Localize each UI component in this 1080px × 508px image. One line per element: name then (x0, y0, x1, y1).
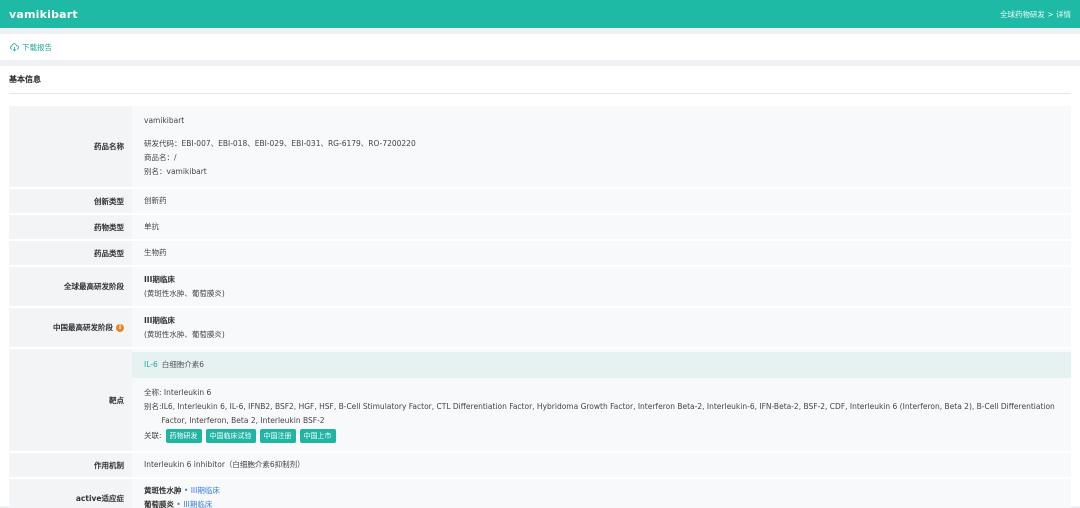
breadcrumb[interactable]: 全球药物研发 > 详情 (1000, 9, 1071, 20)
row-value: 创新药 (132, 188, 1071, 215)
row-indications: active适应症 黄斑性水肿 • III期临床 葡萄膜炎 • III期临床 (9, 478, 1071, 508)
row-label: 作用机制 (9, 452, 132, 479)
alias-key: 别名: (144, 402, 162, 411)
row-value: 生物药 (132, 240, 1071, 267)
alias-value: IL6, Interleukin 6, IL-6, IFNB2, BSF2, H… (161, 402, 1055, 425)
download-label: 下载报告 (22, 42, 52, 52)
tag-drug-rd[interactable]: 药物研发 (165, 429, 202, 443)
row-product-type: 药品类型 生物药 (9, 240, 1071, 267)
phase-detail: (黄斑性水肿、葡萄膜炎) (144, 329, 225, 339)
row-label: 药物类型 (9, 214, 132, 241)
info-table: 药品名称 vamikibart 研发代码：EBI-007、EBI-018、EBI… (9, 106, 1071, 508)
target-alias: 别名: IL6, Interleukin 6, IL-6, IFNB2, BSF… (144, 400, 1059, 428)
phase-value: III期临床 (144, 315, 175, 325)
download-report-button[interactable]: 下载报告 (10, 42, 52, 53)
phase-value: III期临床 (144, 274, 175, 284)
row-drug-type: 药物类型 单抗 (9, 214, 1071, 241)
drug-alias: 别名：vamikibart (144, 167, 207, 176)
related-label: 关联: (144, 431, 162, 440)
indication-name: 黄斑性水肿 (144, 486, 182, 495)
tag-china-market[interactable]: 中国上市 (299, 429, 336, 443)
row-label: 靶点 (9, 348, 132, 453)
target-header: IL-6 白细胞介素6 (132, 352, 1071, 378)
top-bar: vamikibart 全球药物研发 > 详情 (0, 0, 1080, 28)
row-label: active适应症 (9, 478, 132, 508)
drug-codes: 研发代码：EBI-007、EBI-018、EBI-029、EBI-031、RG-… (144, 139, 416, 148)
row-target: 靶点 IL-6 白细胞介素6 全称: Interleukin 6 别名: IL6,… (9, 348, 1071, 453)
info-icon[interactable]: i (116, 324, 124, 332)
indication-name: 葡萄膜炎 (144, 500, 174, 508)
target-fullname: 全称: Interleukin 6 (144, 388, 212, 397)
row-mechanism: 作用机制 Interleukin 6 inhibitor（白细胞介素6抑制剂） (9, 452, 1071, 479)
drug-trade-name: 商品名：/ (144, 153, 177, 162)
row-label: 药品名称 (9, 106, 132, 189)
related-tags: 关联: 药物研发 中国临床试验 中国注册 中国上市 (144, 429, 1059, 443)
cloud-download-icon (10, 42, 19, 51)
tag-china-registration[interactable]: 中国注册 (259, 429, 296, 443)
indication-phase-link[interactable]: III期临床 (191, 486, 220, 495)
target-cn-name: 白细胞介素6 (161, 360, 205, 369)
indication-sep: • (181, 486, 191, 495)
row-drug-name: 药品名称 vamikibart 研发代码：EBI-007、EBI-018、EBI… (9, 106, 1071, 189)
indication-phase-link[interactable]: III期临床 (183, 500, 212, 508)
row-label: 全球最高研发阶段 (9, 266, 132, 308)
row-label: 创新类型 (9, 188, 132, 215)
drug-name-value: vamikibart (144, 116, 185, 125)
tag-china-trials[interactable]: 中国临床试验 (205, 429, 256, 443)
page-title: vamikibart (9, 7, 78, 21)
row-global-phase: 全球最高研发阶段 III期临床 (黄斑性水肿、葡萄膜炎) (9, 266, 1071, 308)
target-body: 全称: Interleukin 6 别名: IL6, Interleukin 6… (144, 378, 1059, 443)
row-value: Interleukin 6 inhibitor（白细胞介素6抑制剂） (132, 452, 1071, 479)
section-title: 基本信息 (9, 66, 1071, 94)
row-china-phase: 中国最高研发阶段 i III期临床 (黄斑性水肿、葡萄膜炎) (9, 307, 1071, 349)
row-innovation: 创新类型 创新药 (9, 188, 1071, 215)
toolbar: 下载报告 (0, 34, 1080, 60)
row-value: 单抗 (132, 214, 1071, 241)
basic-info-panel: 基本信息 药品名称 vamikibart 研发代码：EBI-007、EBI-01… (0, 66, 1080, 508)
row-label: 中国最高研发阶段 (53, 323, 113, 332)
row-label: 药品类型 (9, 240, 132, 267)
indication-item: 葡萄膜炎 • III期临床 (144, 498, 1059, 508)
phase-detail: (黄斑性水肿、葡萄膜炎) (144, 288, 225, 298)
indication-item: 黄斑性水肿 • III期临床 (144, 484, 1059, 498)
indication-sep: • (174, 500, 184, 508)
target-code-link[interactable]: IL-6 (144, 360, 158, 369)
